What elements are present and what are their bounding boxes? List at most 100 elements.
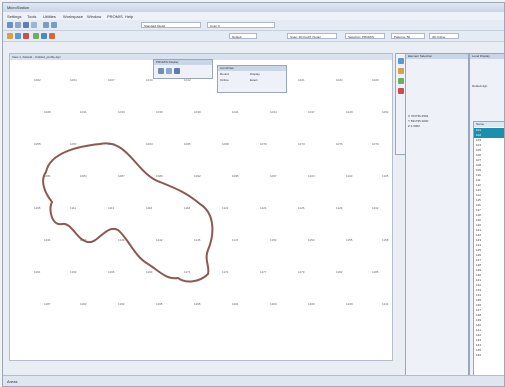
survey-point-label: 1129 — [336, 206, 343, 210]
survey-point-label: 1079 — [372, 142, 379, 146]
survey-point-label: 1026 — [372, 78, 379, 82]
table-row[interactable]: 146 — [474, 353, 504, 358]
promis-dialog-title: PROMIS Display — [154, 60, 212, 65]
survey-point-label: 1049 — [346, 110, 353, 114]
survey-point-label: 1155 — [346, 238, 353, 242]
survey-point-label: 1158 — [382, 238, 389, 242]
survey-point-label: 1039 — [194, 110, 201, 114]
save-icon[interactable] — [23, 22, 29, 28]
survey-point-label: 1150 — [270, 238, 277, 242]
line-icon[interactable] — [15, 33, 21, 39]
redo-icon[interactable] — [51, 22, 57, 28]
survey-point-label: 1073 — [298, 142, 305, 146]
survey-point-label: 1209 — [346, 302, 353, 306]
accudraw-option-display[interactable]: Display — [248, 72, 278, 77]
open-icon[interactable] — [15, 22, 21, 28]
fence-icon[interactable] — [49, 33, 55, 39]
survey-point-label: 1169 — [146, 270, 153, 274]
terrain-contour — [42, 142, 214, 283]
undo-icon[interactable] — [43, 22, 49, 28]
window-title: MicroStation — [7, 5, 30, 10]
survey-point-label: 1031 — [80, 110, 87, 114]
toolbar-secondary: Default Snap: 3D KeyPt (Snap) Selection:… — [3, 31, 504, 42]
survey-point-label: 1052 — [382, 110, 389, 114]
survey-point-label: 1163 — [70, 270, 77, 274]
online-field[interactable]: 3D Online — [429, 33, 459, 39]
element-selection-panel: Element Selection X 703736.2564 Y 691795… — [405, 53, 469, 377]
palette-move-icon[interactable] — [398, 68, 404, 74]
survey-point-label: 1132 — [372, 206, 379, 210]
survey-point-label: 1153 — [308, 238, 315, 242]
drawing-view[interactable]: View 1, Default - Untitled_profile.dgn 1… — [9, 53, 393, 361]
menu-utilities[interactable]: Utilities — [43, 14, 56, 19]
survey-point-label: 1023 — [336, 78, 343, 82]
survey-point-label: 1100 — [308, 174, 315, 178]
survey-point-label: 1111 — [70, 206, 77, 210]
accudraw-option-online[interactable]: Online — [218, 78, 248, 83]
survey-point-label: 1065 — [184, 142, 191, 146]
style-combo[interactable]: Color 0 — [207, 22, 275, 28]
survey-point-label: 1092 — [194, 174, 201, 178]
contour-outline — [42, 142, 214, 283]
accudraw-panel: AccuDraw Round Display Online Exact — [217, 65, 287, 93]
place-text-icon[interactable] — [33, 33, 39, 39]
accudraw-option-exact[interactable]: Exact — [248, 78, 278, 83]
status-text: Areas — [7, 379, 18, 384]
survey-point-label: 1057 — [70, 142, 77, 146]
menu-tools[interactable]: Tools — [27, 14, 36, 19]
element-selection-icon[interactable] — [7, 33, 13, 39]
table-header: Name — [474, 122, 504, 127]
level-display-title: Level Display — [470, 54, 504, 59]
menu-help[interactable]: Help — [125, 14, 133, 19]
palette-delete-icon[interactable] — [398, 88, 404, 94]
menu-workspace[interactable]: Workspace — [63, 14, 83, 19]
survey-point-label: 1206 — [308, 302, 315, 306]
survey-point-label: 1084 — [80, 174, 87, 178]
delete-icon[interactable] — [23, 33, 29, 39]
promis-display-dialog: PROMIS Display — [153, 59, 213, 79]
palette-select-icon[interactable] — [398, 58, 404, 64]
measure-icon[interactable] — [41, 33, 47, 39]
survey-point-label: 1113 — [108, 206, 115, 210]
survey-point-label: 1033 — [118, 110, 125, 114]
toolbar-primary: Standard Model Color 0 — [3, 20, 504, 31]
survey-point-label: 1193 — [118, 302, 125, 306]
menu-promis[interactable]: PROMIS — [107, 14, 123, 19]
survey-point-label: 1060 — [108, 142, 115, 146]
menu-window[interactable]: Window — [87, 14, 101, 19]
survey-point-label: 1139 — [118, 238, 125, 242]
app-window: MicroStation Settings Tools Utilities Wo… — [2, 2, 505, 387]
menu-settings[interactable]: Settings — [7, 14, 21, 19]
element-selection-title: Element Selection — [406, 54, 468, 59]
survey-point-label: 1185 — [372, 270, 379, 274]
palette-copy-icon[interactable] — [398, 78, 404, 84]
promis-tool-icon-2[interactable] — [166, 68, 172, 74]
accudraw-option-round[interactable]: Round — [218, 72, 248, 77]
survey-point-label: 1087 — [118, 174, 125, 178]
survey-point-label: 1190 — [80, 302, 87, 306]
coord-z: Z 2.0000 — [408, 124, 420, 128]
print-icon[interactable] — [31, 22, 37, 28]
patterns-field[interactable]: Patterns: 50 — [391, 33, 425, 39]
selection-field[interactable]: Selection: PROMIS — [345, 33, 385, 39]
survey-point-label: 1004 — [70, 78, 77, 82]
survey-point-label: 1145 — [194, 238, 201, 242]
survey-point-label: 1103 — [346, 174, 353, 178]
snap-field[interactable]: Snap: 3D KeyPt (Snap) — [287, 33, 337, 39]
survey-point-label: 1182 — [336, 270, 343, 274]
survey-point-label: 1055 — [34, 142, 41, 146]
level-combo[interactable]: Default — [229, 33, 257, 39]
survey-point-label: 1076 — [336, 142, 343, 146]
promis-tool-icon-1[interactable] — [158, 68, 164, 74]
survey-point-label: 1121 — [222, 206, 229, 210]
new-icon[interactable] — [7, 22, 13, 28]
promis-tool-icon-3[interactable] — [174, 68, 180, 74]
survey-point-label: 1134 — [44, 238, 51, 242]
survey-point-label: 1007 — [108, 78, 115, 82]
survey-point-label: 1118 — [184, 206, 191, 210]
survey-point-label: 1036 — [156, 110, 163, 114]
survey-point-label: 1142 — [156, 238, 163, 242]
survey-point-label: 1174 — [222, 270, 229, 274]
model-combo[interactable]: Standard Model — [141, 22, 201, 28]
survey-point-label: 1203 — [270, 302, 277, 306]
